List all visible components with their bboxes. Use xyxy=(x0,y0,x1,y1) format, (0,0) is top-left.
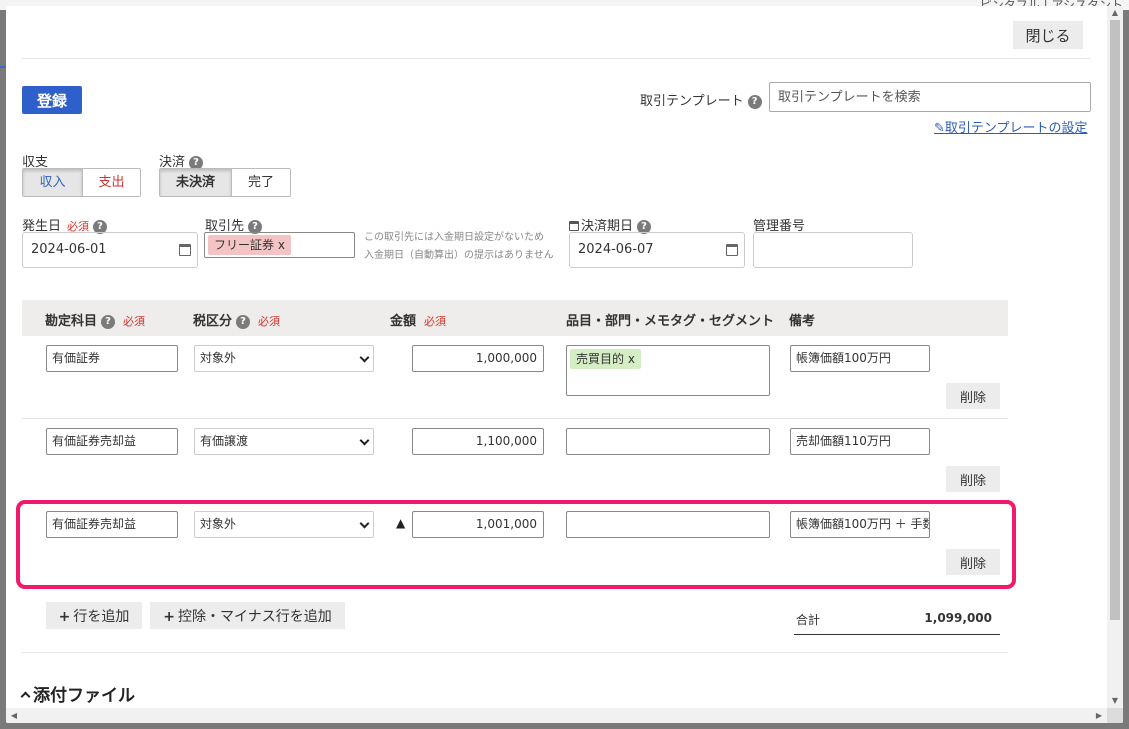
item-tag: 売買目的 x xyxy=(570,349,641,369)
settlement-toggle: 未決済 完了 xyxy=(159,168,291,197)
required-badge: 必須 xyxy=(258,315,281,328)
expense-option[interactable]: 支出 xyxy=(82,169,140,196)
income-expense-toggle: 収入 支出 xyxy=(22,168,141,197)
scrollbar-corner xyxy=(1107,708,1123,723)
due-date-input[interactable]: 2024-06-07 xyxy=(569,232,745,268)
header-divider xyxy=(22,58,1090,59)
row-divider xyxy=(22,418,1008,419)
add-row-button[interactable]: + 行を追加 xyxy=(46,602,142,629)
partner-note-line1: この取引先には入金期日設定がないため xyxy=(364,232,544,243)
header-remarks: 備考 xyxy=(789,314,816,329)
template-search-input[interactable] xyxy=(769,82,1091,112)
header-account-label: 勘定科目 xyxy=(45,314,98,329)
required-badge: 必須 xyxy=(424,315,447,328)
total-value: 1,099,000 xyxy=(924,611,992,625)
partner-note-line2: 入金期日（自動算出）の提示はありません xyxy=(364,250,554,261)
plus-icon: + xyxy=(58,608,71,625)
tax-select[interactable]: 有価譲渡 xyxy=(194,428,374,455)
modal-content: 閉じる 登録 取引テンプレート? ✎取引テンプレートの設定 収支 収入 支出 決… xyxy=(6,6,1107,708)
header-tags: 品目・部門・メモタグ・セグメント xyxy=(566,314,775,329)
total-label: 合計 xyxy=(796,613,821,627)
income-option[interactable]: 収入 xyxy=(23,169,82,196)
tax-select-value: 対象外 xyxy=(200,351,237,365)
issue-date-input[interactable]: 2024-06-01 xyxy=(22,232,198,268)
calendar-icon[interactable] xyxy=(726,244,738,256)
tags-input[interactable]: 売買目的 x xyxy=(566,345,770,396)
chevron-up-icon xyxy=(20,691,31,702)
partner-tag-remove-icon[interactable]: x xyxy=(278,238,285,252)
header-tax-label: 税区分 xyxy=(193,314,233,329)
vertical-scrollbar[interactable]: ▲ ▼ xyxy=(1107,6,1123,708)
add-row-label: 行を追加 xyxy=(73,608,130,625)
item-tag-label: 売買目的 xyxy=(576,352,625,366)
tags-input[interactable] xyxy=(566,428,770,455)
edit-icon: ✎ xyxy=(934,121,945,136)
add-minus-row-button[interactable]: + 控除・マイナス行を追加 xyxy=(150,602,345,629)
delete-row-button[interactable]: 削除 xyxy=(946,466,1000,492)
remarks-input[interactable]: 帳簿価額100万円 xyxy=(790,345,930,372)
template-settings-link-label: 取引テンプレートの設定 xyxy=(944,121,1088,136)
amount-input[interactable]: 1,100,000 xyxy=(412,428,544,455)
unsettled-option[interactable]: 未決済 xyxy=(160,169,231,196)
help-icon[interactable]: ? xyxy=(747,94,762,109)
scroll-thumb[interactable] xyxy=(1110,20,1120,620)
attachments-label: 添付ファイル xyxy=(33,686,135,706)
scroll-down-icon[interactable]: ▼ xyxy=(1107,694,1123,708)
close-button[interactable]: 閉じる xyxy=(1013,21,1083,49)
calendar-icon[interactable] xyxy=(179,244,191,256)
transaction-modal: 閉じる 登録 取引テンプレート? ✎取引テンプレートの設定 収支 収入 支出 決… xyxy=(6,6,1123,723)
header-tax: 税区分? 必須 xyxy=(193,310,280,329)
scroll-left-icon[interactable]: ◀ xyxy=(6,708,22,723)
header-account: 勘定科目? 必須 xyxy=(45,310,145,329)
lines-table-header: 勘定科目? 必須 税区分? 必須 金額 必須 品目・部門・メモタグ・セグメント 備考 xyxy=(22,300,1008,336)
horizontal-scrollbar[interactable]: ◀ ▶ xyxy=(6,708,1107,723)
add-minus-row-label: 控除・マイナス行を追加 xyxy=(178,608,332,625)
help-icon[interactable]: ? xyxy=(101,314,116,329)
partner-input[interactable]: フリー証券 x xyxy=(204,232,355,258)
due-date-value: 2024-06-07 xyxy=(578,242,654,257)
header-amount: 金額 必須 xyxy=(390,310,446,329)
total-underline xyxy=(794,634,1000,635)
remarks-input[interactable]: 売却価額110万円 xyxy=(790,428,930,455)
chevron-down-icon xyxy=(359,352,370,363)
settled-option[interactable]: 完了 xyxy=(231,169,290,196)
item-tag-remove-icon[interactable]: x xyxy=(628,352,635,366)
plus-icon: + xyxy=(163,608,175,625)
template-settings-link[interactable]: ✎取引テンプレートの設定 xyxy=(934,117,1088,136)
account-input[interactable]: 有価証券売却益 xyxy=(46,428,178,455)
template-label: 取引テンプレート? xyxy=(640,90,762,109)
calendar-icon xyxy=(569,221,579,231)
scroll-up-icon[interactable]: ▲ xyxy=(1107,6,1123,20)
chevron-down-icon xyxy=(359,435,370,446)
attachments-toggle[interactable]: 添付ファイル xyxy=(20,681,135,706)
register-button[interactable]: 登録 xyxy=(22,86,82,114)
account-input[interactable]: 有価証券 xyxy=(46,345,178,372)
amount-input[interactable]: 1,000,000 xyxy=(412,345,544,372)
partner-tag: フリー証券 x xyxy=(208,235,291,255)
management-number-input[interactable] xyxy=(753,232,913,268)
required-badge: 必須 xyxy=(123,315,146,328)
tax-select-value: 有価譲渡 xyxy=(200,434,249,448)
help-icon[interactable]: ? xyxy=(236,314,251,329)
partner-tag-label: フリー証券 xyxy=(214,238,275,252)
highlight-box xyxy=(16,500,1016,589)
scroll-right-icon[interactable]: ▶ xyxy=(1091,708,1107,723)
header-amount-label: 金額 xyxy=(390,314,417,329)
template-label-text: 取引テンプレート xyxy=(640,94,744,109)
tax-select[interactable]: 対象外 xyxy=(194,345,374,372)
section-divider xyxy=(22,652,1008,653)
issue-date-value: 2024-06-01 xyxy=(31,242,107,257)
delete-row-button[interactable]: 削除 xyxy=(946,383,1000,409)
